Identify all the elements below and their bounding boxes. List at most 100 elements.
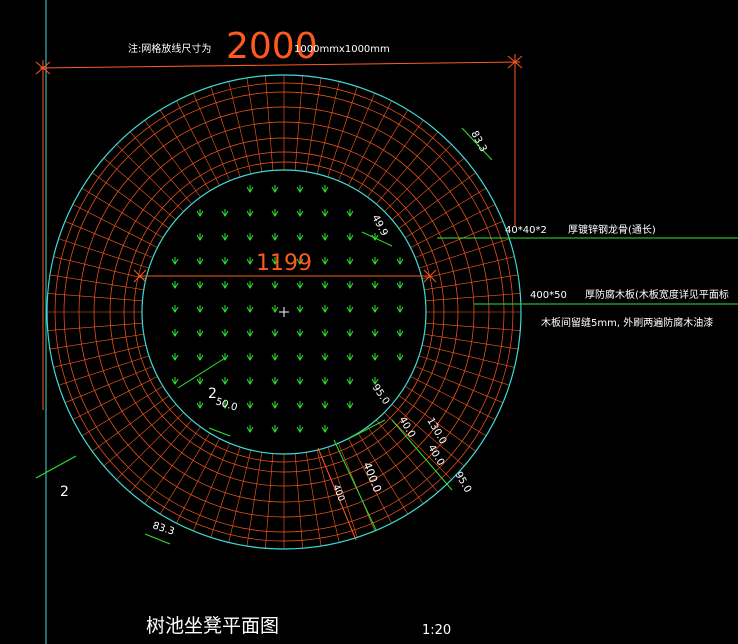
- plank-line: [404, 187, 487, 239]
- gravel-arrow: [296, 281, 304, 289]
- gravel-arrow: [321, 377, 329, 385]
- gravel-arrow: [196, 305, 204, 313]
- gravel-arrow: [271, 329, 279, 337]
- dim-95-b: 95.0: [452, 470, 473, 495]
- gravel-arrow: [346, 257, 354, 265]
- gravel-arrow: [321, 329, 329, 337]
- gravel-arrow: [271, 401, 279, 409]
- gravel-arrow: [246, 233, 254, 241]
- grid-note-label: 注:网格放线尺寸为: [128, 42, 211, 55]
- gravel-arrow: [171, 353, 179, 361]
- plank-line: [49, 274, 144, 291]
- gravel-arrow: [246, 353, 254, 361]
- gravel-symbols: [171, 185, 404, 433]
- gravel-arrow: [371, 257, 379, 265]
- dim-130: 130.0: [424, 416, 448, 446]
- section-mark-line: [35, 455, 77, 479]
- gravel-arrow: [321, 257, 329, 265]
- gravel-arrow: [321, 233, 329, 241]
- section-mark-a: 2: [208, 386, 217, 402]
- gravel-arrow: [271, 281, 279, 289]
- plank-line: [338, 92, 375, 181]
- gravel-arrow: [221, 329, 229, 337]
- gravel-arrow: [221, 233, 229, 241]
- plank-line: [81, 385, 164, 437]
- steel-size: 40*40*2: [505, 225, 547, 236]
- section-mark-b: 2: [60, 484, 69, 500]
- gravel-arrow: [196, 329, 204, 337]
- gravel-arrow: [396, 305, 404, 313]
- plank-line: [64, 221, 153, 258]
- plank-line: [193, 92, 230, 181]
- gravel-arrow: [246, 281, 254, 289]
- gravel-arrow: [246, 377, 254, 385]
- gravel-arrow: [246, 329, 254, 337]
- plank-line: [305, 77, 322, 172]
- plank-line: [357, 109, 409, 192]
- drawing-scale: 1:20: [422, 623, 451, 638]
- plank-line: [404, 385, 487, 437]
- gravel-arrow: [221, 257, 229, 265]
- cad-drawing: 注:网格放线尺寸为 2000 1000mmx1000mm 1199 83.3 8…: [35, 0, 738, 644]
- dim-49-9: 49.9: [369, 213, 389, 238]
- gravel-arrow: [296, 401, 304, 409]
- gravel-arrow: [196, 401, 204, 409]
- gravel-arrow: [221, 209, 229, 217]
- gravel-arrow: [171, 281, 179, 289]
- plank-line: [159, 109, 211, 192]
- gravel-arrow: [321, 209, 329, 217]
- gap-note: 木板间留缝5mm, 外刷两遍防腐木油漆: [541, 316, 713, 329]
- gravel-arrow: [321, 185, 329, 193]
- plank-line: [159, 432, 211, 515]
- gravel-arrow: [221, 377, 229, 385]
- plank-line: [53, 256, 146, 280]
- plank-line: [422, 256, 515, 280]
- plank-line: [64, 366, 153, 403]
- gravel-arrow: [346, 305, 354, 313]
- gravel-arrow: [196, 233, 204, 241]
- dim-400-b: 400: [330, 483, 346, 503]
- gravel-arrow: [296, 233, 304, 241]
- gravel-arrow: [346, 353, 354, 361]
- gravel-arrow: [296, 185, 304, 193]
- gravel-arrow: [246, 305, 254, 313]
- gravel-arrow: [296, 305, 304, 313]
- gravel-arrow: [296, 209, 304, 217]
- gravel-arrow: [371, 329, 379, 337]
- plank-line: [49, 333, 144, 350]
- plank-line: [53, 344, 146, 368]
- gravel-arrow: [221, 305, 229, 313]
- gravel-arrow: [321, 425, 329, 433]
- gravel-arrow: [396, 257, 404, 265]
- gravel-arrow: [396, 329, 404, 337]
- gravel-arrow: [271, 305, 279, 313]
- gravel-arrow: [246, 401, 254, 409]
- gravel-arrow: [271, 353, 279, 361]
- gravel-arrow: [321, 281, 329, 289]
- gravel-arrow: [296, 425, 304, 433]
- plank-line: [316, 81, 340, 174]
- gravel-arrow: [221, 281, 229, 289]
- plank-line: [193, 443, 230, 532]
- gravel-arrow: [246, 257, 254, 265]
- plank-line: [81, 187, 164, 239]
- gravel-arrow: [271, 377, 279, 385]
- plank-line: [228, 450, 252, 543]
- gravel-arrow: [171, 377, 179, 385]
- gravel-arrow: [171, 329, 179, 337]
- gravel-arrow: [346, 329, 354, 337]
- steel-desc: 厚镀锌钢龙骨(通长): [568, 223, 656, 236]
- gravel-arrow: [321, 401, 329, 409]
- gravel-arrow: [321, 305, 329, 313]
- gravel-arrow: [371, 353, 379, 361]
- gravel-arrow: [196, 281, 204, 289]
- gravel-arrow: [246, 425, 254, 433]
- plank-line: [424, 333, 519, 350]
- gravel-arrow: [346, 377, 354, 385]
- gravel-arrow: [346, 209, 354, 217]
- plank-desc: 厚防腐木板(木板宽度详见平面标: [585, 288, 729, 301]
- plank-line: [228, 81, 252, 174]
- plank-line: [424, 274, 519, 291]
- gravel-arrow: [396, 281, 404, 289]
- plank-line: [305, 452, 322, 547]
